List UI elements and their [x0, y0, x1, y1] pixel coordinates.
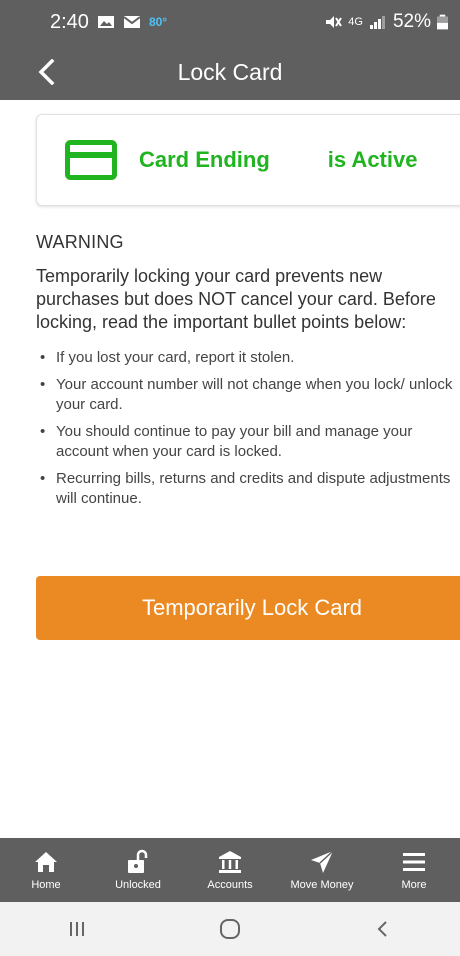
- bullet-item: Recurring bills, returns and credits and…: [36, 469, 460, 509]
- temperature-badge: 80°: [148, 15, 168, 29]
- send-icon: [311, 850, 334, 873]
- nav-item-accounts[interactable]: Accounts: [184, 838, 276, 902]
- warning-bullet-list: If you lost your card, report it stolen.…: [36, 348, 460, 509]
- recents-button[interactable]: [57, 909, 97, 949]
- nav-item-unlocked[interactable]: Unlocked: [92, 838, 184, 902]
- nav-label: Unlocked: [115, 879, 161, 891]
- system-back-button[interactable]: [363, 909, 403, 949]
- status-bar: 2:40 80° 4G 52%: [0, 0, 460, 44]
- home-circle-icon: [219, 919, 240, 939]
- home-icon: [35, 852, 57, 872]
- battery-percent: 52%: [392, 11, 431, 32]
- warning-section: WARNING Temporarily locking your card pr…: [36, 232, 460, 516]
- nav-label: Home: [31, 879, 61, 891]
- bank-icon: [219, 851, 241, 873]
- mute-icon: [326, 16, 343, 28]
- system-navigation-bar: [0, 902, 460, 956]
- network-type: 4G: [348, 16, 363, 28]
- bullet-item: If you lost your card, report it stolen.: [36, 348, 460, 368]
- card-status-suffix: is Active: [327, 147, 418, 172]
- credit-card-icon: [65, 140, 117, 180]
- card-status-text: Card Ending is Active: [139, 147, 417, 173]
- nav-label: Move Money: [290, 879, 354, 891]
- bullet-item: Your account number will not change when…: [36, 375, 460, 415]
- temporarily-lock-card-button[interactable]: Temporarily Lock Card: [36, 576, 460, 640]
- system-home-button[interactable]: [210, 909, 250, 949]
- card-status-prefix: Card Ending: [139, 147, 270, 172]
- warning-heading: WARNING: [36, 232, 124, 252]
- back-chevron-icon: [377, 921, 388, 937]
- app-header: Lock Card: [0, 44, 460, 100]
- gallery-icon: [97, 16, 114, 28]
- unlocked-icon: [128, 849, 148, 873]
- recents-icon: [69, 922, 84, 936]
- nav-item-move-money[interactable]: Move Money: [276, 838, 368, 902]
- card-status-panel: Card Ending is Active: [36, 114, 460, 206]
- back-button[interactable]: [30, 56, 62, 88]
- menu-icon: [403, 853, 425, 871]
- signal-icon: [369, 16, 385, 29]
- nav-item-more[interactable]: More: [368, 838, 460, 902]
- bullet-item: You should continue to pay your bill and…: [36, 422, 460, 462]
- nav-item-home[interactable]: Home: [0, 838, 92, 902]
- nav-label: More: [401, 879, 427, 891]
- mail-icon: [123, 16, 141, 28]
- battery-icon: [437, 14, 448, 30]
- back-arrow-icon: [38, 59, 55, 85]
- warning-paragraph: Temporarily locking your card prevents n…: [36, 266, 436, 332]
- page-title: Lock Card: [177, 58, 283, 85]
- status-time: 2:40: [50, 10, 89, 33]
- nav-label: Accounts: [207, 879, 253, 891]
- bottom-navigation: Home Unlocked Accounts Move Money More: [0, 838, 460, 902]
